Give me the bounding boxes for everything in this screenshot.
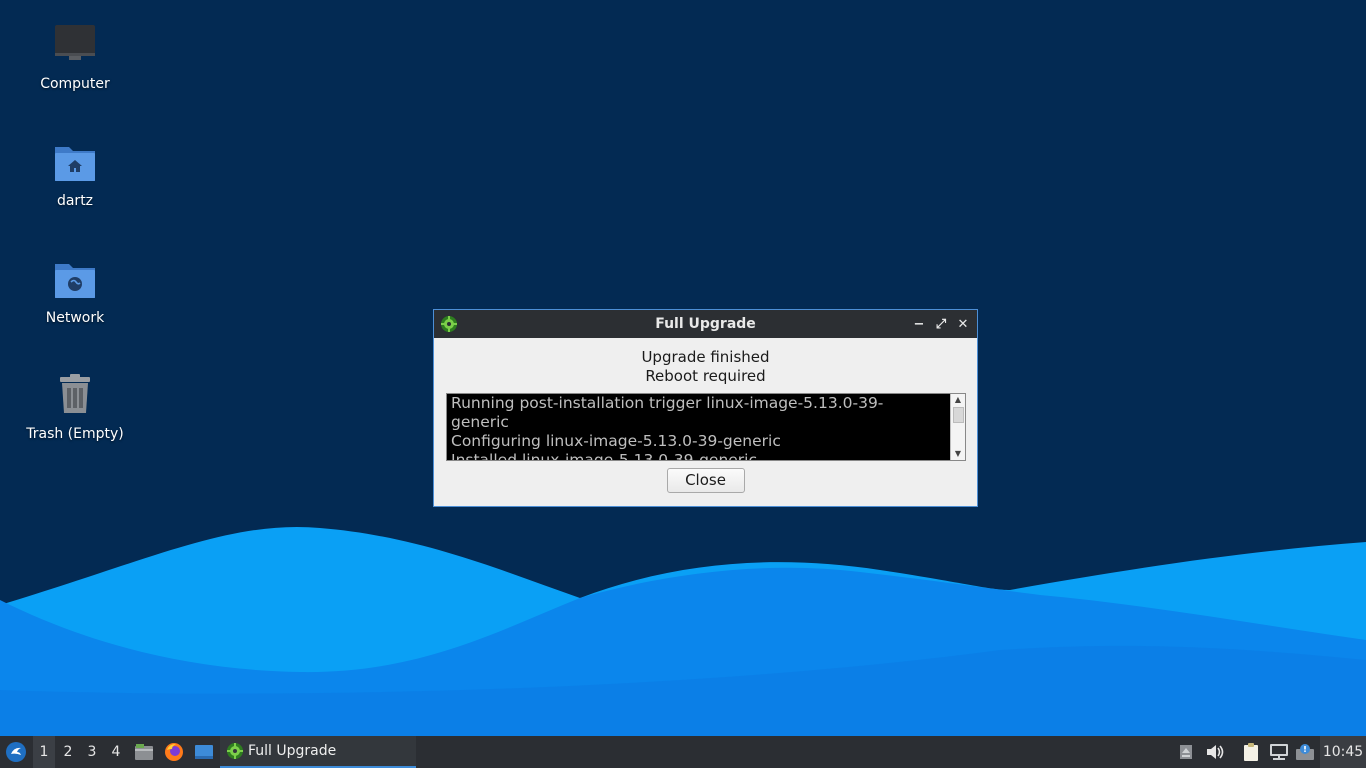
dialog-title: Full Upgrade — [655, 316, 756, 332]
status-message: Upgrade finished — [641, 348, 770, 366]
task-label: Full Upgrade — [248, 743, 337, 759]
update-tray-button[interactable] — [1294, 736, 1316, 768]
file-manager-icon — [135, 744, 153, 760]
scroll-thumb[interactable] — [953, 407, 964, 423]
desktop-icon-label: dartz — [56, 193, 94, 209]
home-folder-icon — [55, 147, 95, 181]
network-wired-icon — [1270, 744, 1288, 760]
desktop-icon-network[interactable]: Network — [15, 256, 135, 326]
volume-tray-button[interactable] — [1204, 736, 1226, 768]
maximize-button[interactable]: ⤢ — [933, 316, 949, 332]
taskbar-task-full-upgrade[interactable]: Full Upgrade — [220, 736, 416, 768]
close-button[interactable]: Close — [666, 468, 745, 493]
gear-icon — [441, 316, 457, 332]
update-notifier-icon — [1296, 744, 1314, 760]
minimize-button[interactable]: − — [911, 316, 927, 332]
show-desktop-launcher[interactable] — [192, 736, 216, 768]
dialog-titlebar[interactable]: Full Upgrade − ⤢ ✕ — [434, 310, 977, 338]
eject-tray-button[interactable] — [1176, 736, 1196, 768]
network-folder-icon — [55, 264, 95, 298]
desktop-icon-label: Network — [45, 310, 105, 326]
start-menu-icon — [6, 742, 26, 762]
workspace-3[interactable]: 3 — [81, 736, 103, 768]
close-window-button[interactable]: ✕ — [955, 316, 971, 332]
trash-icon — [60, 374, 90, 413]
desktop-icon-dartz[interactable]: dartz — [15, 139, 135, 209]
scroll-down-arrow-icon[interactable]: ▼ — [951, 448, 965, 460]
taskbar: 1 2 3 4 Full Upgrade 10:45 — [0, 736, 1366, 768]
desktop-icon-computer[interactable]: Computer — [15, 22, 135, 92]
reboot-message: Reboot required — [645, 367, 766, 385]
full-upgrade-dialog: Full Upgrade − ⤢ ✕ Upgrade finished Rebo… — [433, 309, 978, 507]
clock[interactable]: 10:45 — [1320, 736, 1366, 768]
volume-icon — [1207, 745, 1224, 759]
desktop-icon-label: Trash (Empty) — [26, 426, 124, 442]
computer-icon — [55, 25, 95, 60]
log-line: Configuring linux-image-5.13.0-39-generi… — [451, 432, 781, 450]
network-tray-button[interactable] — [1268, 736, 1290, 768]
log-scrollbar[interactable]: ▲ ▼ — [950, 394, 965, 460]
log-line: Installed linux-image-5.13.0-39-generic — [451, 451, 758, 461]
firefox-icon — [165, 743, 183, 761]
file-manager-launcher[interactable] — [132, 736, 156, 768]
gear-icon — [227, 743, 243, 759]
eject-icon — [1180, 745, 1192, 759]
scroll-up-arrow-icon[interactable]: ▲ — [951, 394, 965, 406]
show-desktop-icon — [195, 745, 213, 759]
workspace-1[interactable]: 1 — [33, 736, 55, 768]
desktop-icon-label: Computer — [40, 76, 110, 92]
log-line: generic — [451, 413, 509, 431]
clipboard-tray-button[interactable] — [1240, 736, 1262, 768]
desktop-icon-trash[interactable]: Trash (Empty) — [15, 372, 135, 442]
firefox-launcher[interactable] — [162, 736, 186, 768]
clipboard-icon — [1244, 743, 1258, 761]
log-line: Running post-installation trigger linux-… — [451, 394, 884, 412]
start-menu-button[interactable] — [2, 736, 30, 768]
log-output[interactable]: Running post-installation trigger linux-… — [446, 393, 966, 461]
workspace-4[interactable]: 4 — [105, 736, 127, 768]
workspace-2[interactable]: 2 — [57, 736, 79, 768]
